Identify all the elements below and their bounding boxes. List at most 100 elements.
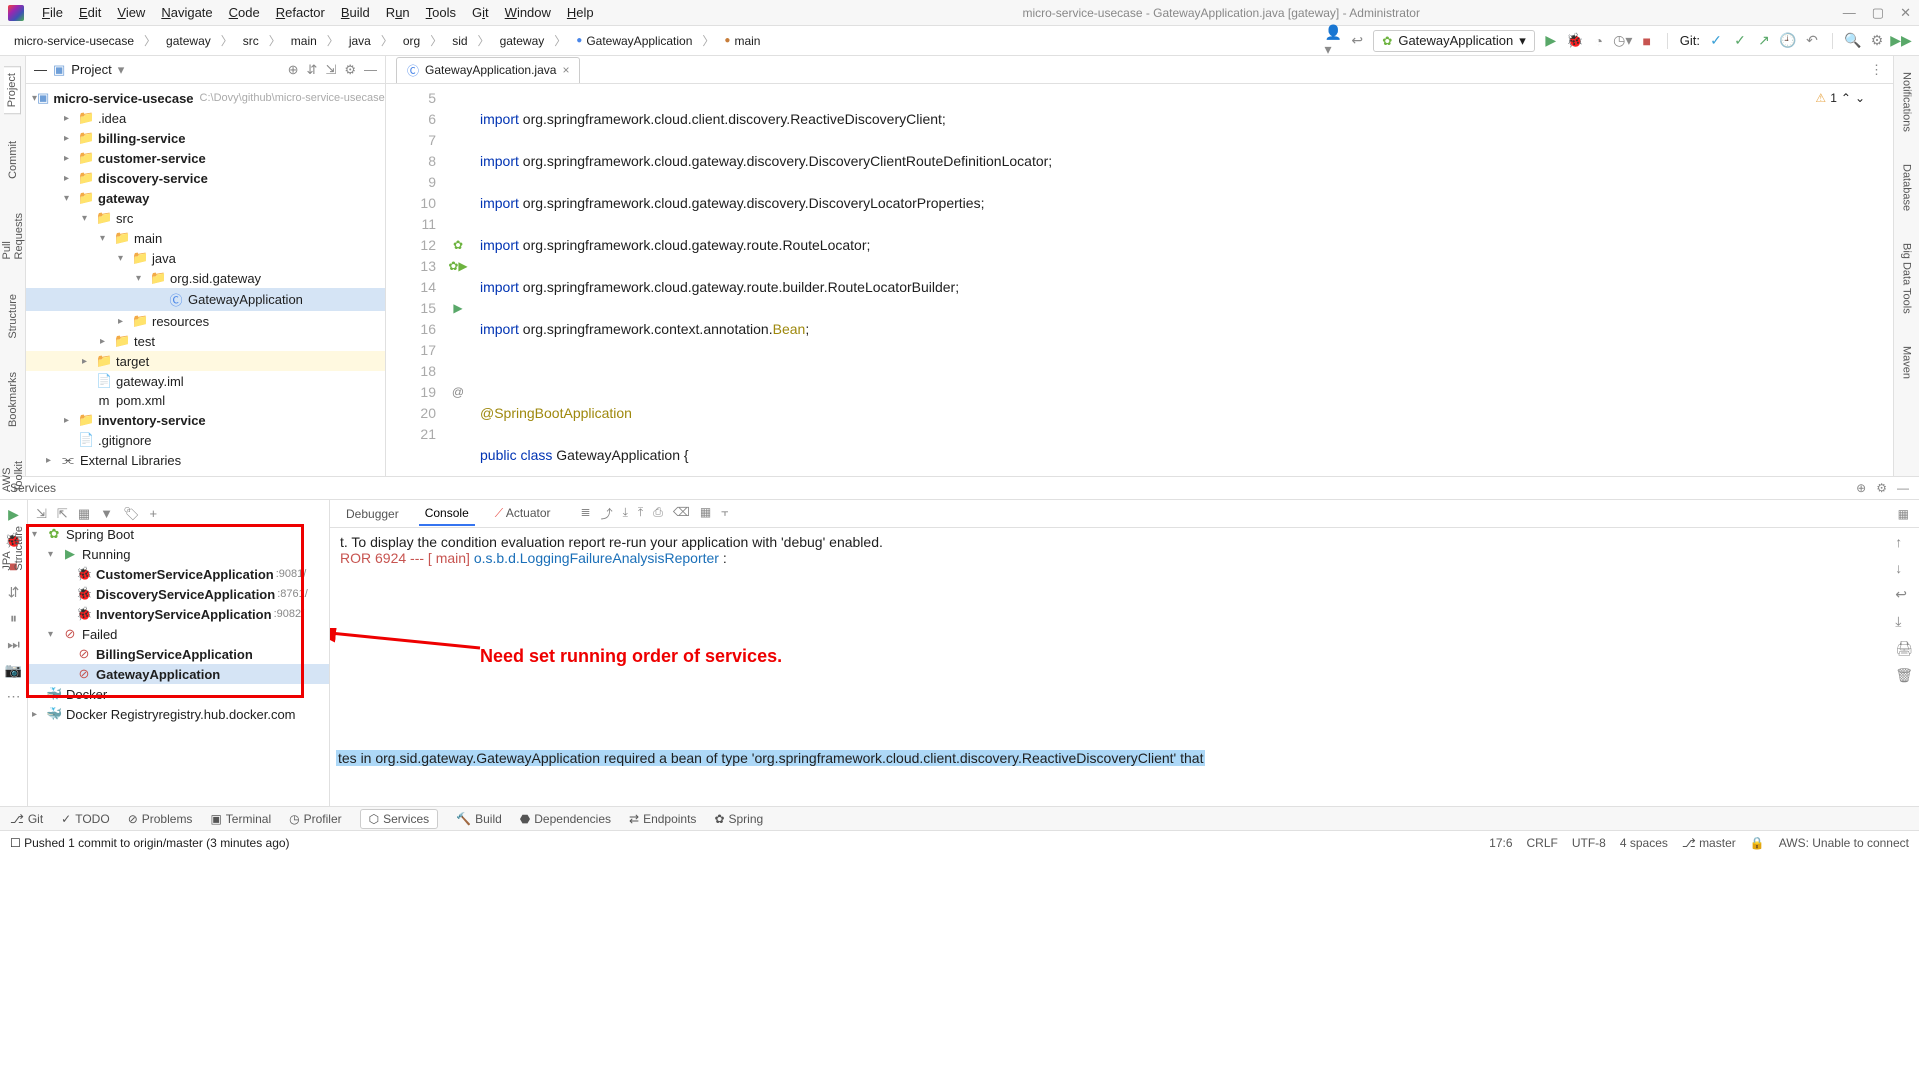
tree-node[interactable]: ▸📁resources <box>26 311 385 331</box>
crumb[interactable]: org <box>399 32 424 50</box>
service-failed-item[interactable]: ⊘BillingServiceApplication <box>28 644 329 664</box>
tree-node[interactable]: ▾📁java <box>26 248 385 268</box>
gear-icon[interactable]: ⚙ <box>1876 481 1887 495</box>
split-icon[interactable]: ⫟ <box>721 505 728 522</box>
tool-tab-notifications[interactable]: Notifications <box>1899 66 1915 138</box>
tree-node[interactable]: ▸📁target <box>26 351 385 371</box>
menu-view[interactable]: View <box>111 3 151 22</box>
run-class-icon[interactable]: ✿▶ <box>446 256 470 277</box>
stop-icon[interactable]: ■ <box>1639 33 1655 49</box>
tool-tab-project[interactable]: Project <box>4 66 21 114</box>
tree-node[interactable]: ▾📁org.sid.gateway <box>26 268 385 288</box>
coverage-icon[interactable]: ◔ <box>1591 33 1607 49</box>
scroll-down-icon[interactable]: ↓ <box>1895 560 1913 576</box>
tree-node[interactable]: ▸📁test <box>26 331 385 351</box>
menu-build[interactable]: Build <box>335 3 376 22</box>
tool-tab-bigdata[interactable]: Big Data Tools <box>1899 237 1915 320</box>
run-main-icon[interactable]: ▶ <box>446 298 470 319</box>
print-console-icon[interactable]: 🖨 <box>1895 640 1913 657</box>
code-area[interactable]: import org.springframework.cloud.client.… <box>470 84 1893 476</box>
add-icon[interactable]: + <box>150 506 158 522</box>
bt-endpoints[interactable]: ⇄ Endpoints <box>629 812 696 826</box>
expand-icon[interactable]: ⇵ <box>307 62 318 78</box>
next-highlight-icon[interactable]: ⌄ <box>1855 88 1865 109</box>
bt-terminal[interactable]: ▣ Terminal <box>210 812 271 826</box>
crumb[interactable]: main <box>287 32 321 50</box>
tag-icon[interactable]: 🏷 <box>123 506 140 522</box>
print-icon[interactable]: ⎙ <box>653 505 663 522</box>
soft-wrap-icon[interactable]: ≣ <box>581 505 591 522</box>
tree-node[interactable]: 📄.gitignore <box>26 430 385 450</box>
layout-icon[interactable]: ▦ <box>1898 507 1909 521</box>
bt-problems[interactable]: ⊘ Problems <box>128 812 193 826</box>
user-icon[interactable]: 👤▾ <box>1325 33 1341 49</box>
service-running-item[interactable]: 🐞DiscoveryServiceApplication :8761/ <box>28 584 329 604</box>
failed-group[interactable]: Failed <box>82 627 117 642</box>
project-tree[interactable]: ▾▣ micro-service-usecase C:\Dovy\github\… <box>26 84 385 476</box>
aws-status[interactable]: AWS: Unable to connect <box>1779 836 1909 850</box>
tool-tab-maven[interactable]: Maven <box>1899 340 1915 385</box>
pause-icon[interactable]: ⏸ <box>6 610 22 626</box>
spring-boot-node[interactable]: Spring Boot <box>66 527 134 542</box>
bt-spring[interactable]: ✿ Spring <box>714 812 763 826</box>
bt-services[interactable]: ⬡ Services <box>360 809 439 829</box>
crumb[interactable]: src <box>239 32 263 50</box>
hide-icon[interactable]: — <box>364 62 377 78</box>
running-group[interactable]: Running <box>82 547 130 562</box>
git-rollback-icon[interactable]: ↶ <box>1804 33 1820 49</box>
tree-node[interactable]: ▸📁customer-service <box>26 148 385 168</box>
close-icon[interactable]: ✕ <box>1900 5 1911 21</box>
bt-profiler[interactable]: ◷ Profiler <box>289 812 342 826</box>
locate-service-icon[interactable]: ⊕ <box>1856 481 1866 495</box>
bt-dependencies[interactable]: ⬣ Dependencies <box>520 812 611 826</box>
tool-tab-database[interactable]: Database <box>1899 158 1915 217</box>
tool-tab-jpa[interactable]: JPA Structure <box>0 519 28 578</box>
menu-edit[interactable]: Edit <box>73 3 107 22</box>
menu-file[interactable]: File <box>36 3 69 22</box>
service-running-item[interactable]: 🐞CustomerServiceApplication :9081/ <box>28 564 329 584</box>
crumb-method[interactable]: main <box>720 32 764 50</box>
tree-node[interactable]: ▾📁main <box>26 228 385 248</box>
table-icon[interactable]: ▦ <box>700 505 711 522</box>
menu-refactor[interactable]: Refactor <box>270 3 331 22</box>
spring-bean-icon[interactable]: ✿ <box>446 235 470 256</box>
tree-node[interactable]: mpom.xml <box>26 391 385 410</box>
tab-console[interactable]: Console <box>419 502 475 526</box>
filter-icon[interactable]: ⇵ <box>6 584 22 600</box>
crumb-class[interactable]: GatewayApplication <box>572 32 696 50</box>
back-icon[interactable]: ↩ <box>1349 33 1365 49</box>
tool-tab-commit[interactable]: Commit <box>4 134 22 186</box>
caret-position[interactable]: 17:6 <box>1489 836 1512 850</box>
menu-navigate[interactable]: Navigate <box>155 3 218 22</box>
tree-node[interactable]: ▸📁inventory-service <box>26 410 385 430</box>
locate-icon[interactable]: ⊕ <box>288 62 299 78</box>
maximize-icon[interactable]: ▢ <box>1872 5 1884 21</box>
group-icon[interactable]: ▦ <box>78 506 90 522</box>
soft-wrap-console-icon[interactable]: ↩ <box>1895 586 1913 603</box>
tree-node[interactable]: ▸⫘External Libraries <box>26 450 385 470</box>
git-push-icon[interactable]: ↗ <box>1756 33 1772 49</box>
expand-all-icon[interactable]: ⇲ <box>36 506 47 522</box>
docker-node[interactable]: Docker <box>66 687 107 702</box>
console-output[interactable]: ↑ ↓ ↩ ⤓ 🖨 🗑 t. To display the condition … <box>330 528 1919 806</box>
crumb[interactable]: gateway <box>496 32 549 50</box>
scroll-end-icon[interactable]: ⤴ <box>601 505 613 522</box>
tree-node[interactable]: ▸📁.idea <box>26 108 385 128</box>
services-tree[interactable]: ▾✿Spring Boot ▾▶Running 🐞CustomerService… <box>28 524 329 724</box>
more-icon[interactable]: ⋯ <box>6 688 22 704</box>
crumb[interactable]: micro-service-usecase <box>10 32 138 50</box>
tab-actuator[interactable]: ⟋ Actuator <box>489 502 557 525</box>
upload-icon[interactable]: ⤒ <box>638 505 643 522</box>
crumb[interactable]: gateway <box>162 32 215 50</box>
menu-run[interactable]: Run <box>380 3 416 22</box>
tree-root[interactable]: ▾▣ micro-service-usecase C:\Dovy\github\… <box>26 88 385 108</box>
editor-more-icon[interactable]: ⋮ <box>1870 62 1893 78</box>
crumb[interactable]: sid <box>448 32 471 50</box>
run-anything-icon[interactable]: ▶▶ <box>1893 33 1909 49</box>
chevron-down-icon[interactable]: ▾ <box>118 62 125 78</box>
line-separator[interactable]: CRLF <box>1527 836 1558 850</box>
settings-icon[interactable]: ⚙ <box>1869 33 1885 49</box>
gear-icon[interactable]: ⚙ <box>344 62 356 78</box>
bt-git[interactable]: ⎇ Git <box>10 812 43 826</box>
collapse-icon[interactable]: — <box>34 62 47 77</box>
